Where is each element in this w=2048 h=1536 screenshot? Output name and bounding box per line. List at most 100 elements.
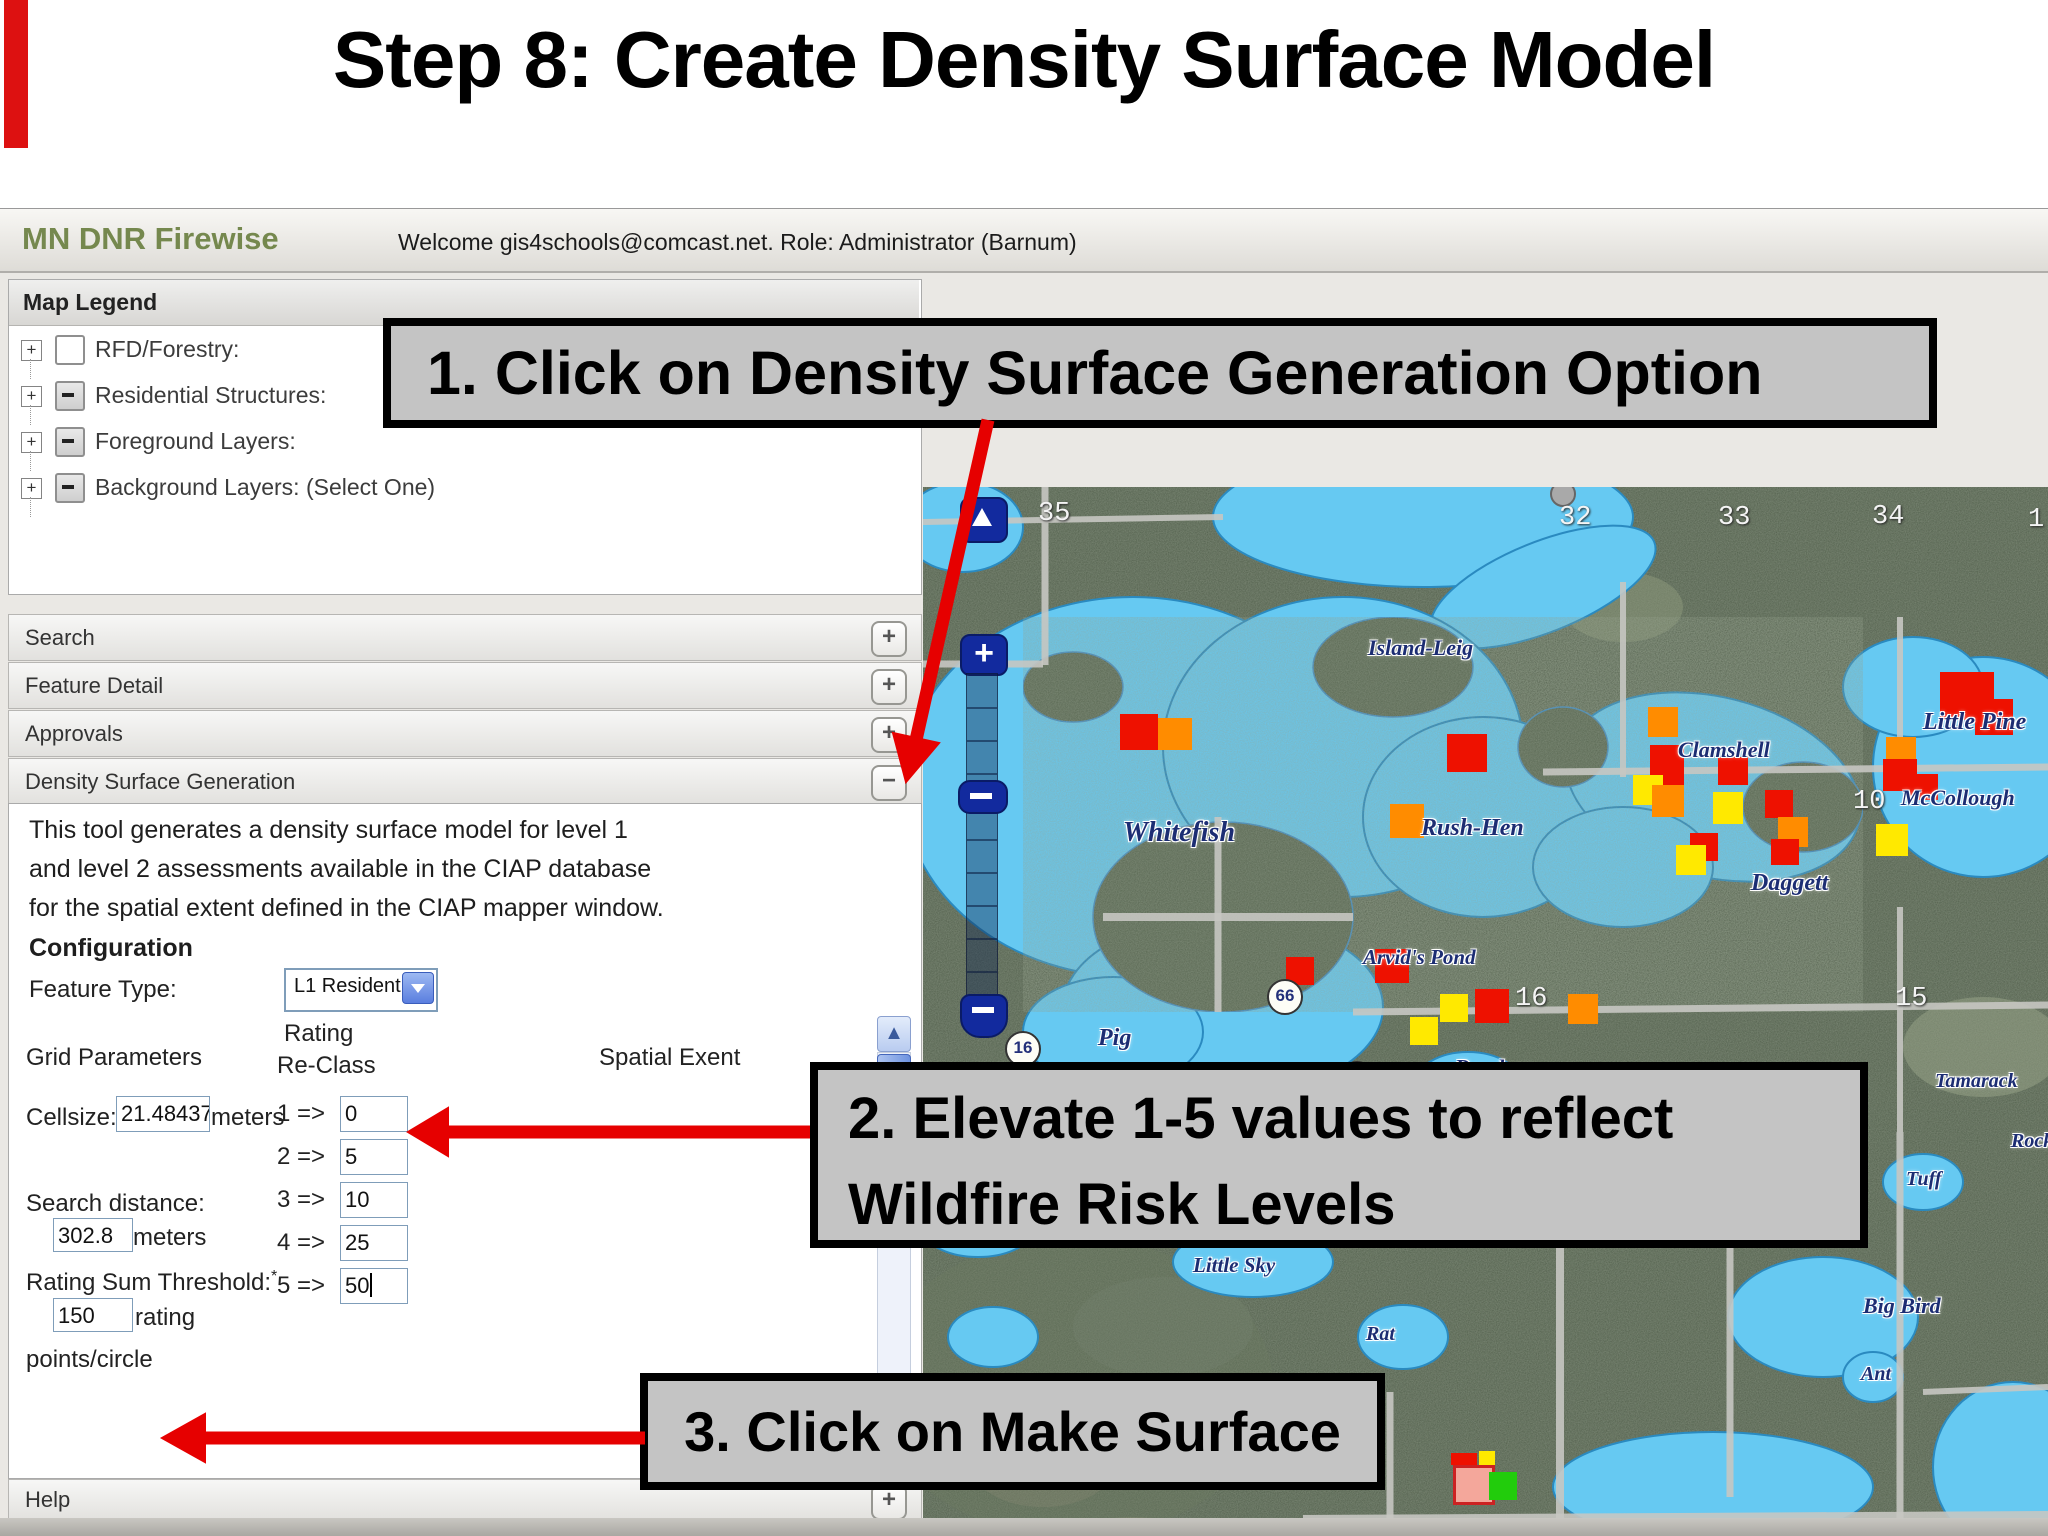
dsg-description-line3: for the spatial extent defined in the CI… — [29, 894, 664, 922]
reclass-row: 2 => 5 — [277, 1139, 437, 1175]
reclass-input[interactable]: 50 — [340, 1268, 408, 1304]
reclass-key: 1 => — [277, 1100, 326, 1127]
rating-header-line2: Re-Class — [277, 1052, 376, 1079]
tree-connector — [30, 497, 31, 517]
lake-name-label: Arvid's Pond — [1363, 945, 1476, 969]
cellsize-label: Cellsize: — [26, 1104, 117, 1131]
accordion-density-surface-generation[interactable]: Density Surface Generation − — [8, 758, 922, 805]
spatial-extent-heading: Spatial Exent — [599, 1044, 741, 1071]
feature-type-select[interactable]: L1 Resident — [284, 968, 438, 1012]
app-header: MN DNR Firewise Welcome gis4schools@comc… — [0, 209, 2048, 273]
dsg-description-line2: and level 2 assessments available in the… — [29, 855, 652, 883]
accordion-approvals-label: Approvals — [25, 720, 123, 746]
accordion-dsg-label: Density Surface Generation — [25, 768, 296, 794]
welcome-text: Welcome gis4schools@comcast.net. Role: A… — [398, 229, 1077, 255]
highway-badge: 66 — [1267, 979, 1303, 1015]
reclass-key: 5 => — [277, 1272, 326, 1299]
search-distance-input[interactable]: 302.8 — [53, 1218, 133, 1252]
layer-checkbox[interactable] — [55, 335, 85, 365]
accordion-help-label: Help — [25, 1487, 71, 1512]
reclass-row: 4 => 25 — [277, 1225, 437, 1261]
section-number-label: 10 — [1853, 787, 1886, 817]
accordion-feature-detail[interactable]: Feature Detail + — [8, 662, 922, 709]
lake-name-label: Big Bird — [1863, 1293, 1941, 1318]
callout-step3: 3. Click on Make Surface — [640, 1373, 1385, 1490]
reclass-row: 3 => 10 — [277, 1182, 437, 1218]
accordion-feature-detail-label: Feature Detail — [25, 672, 164, 698]
tree-expand-icon[interactable]: + — [21, 386, 42, 407]
reclass-row: 1 => 0 — [277, 1096, 437, 1132]
layer-label: Background Layers: (Select One) — [95, 474, 436, 500]
lake-name-label: Whitefish — [1123, 817, 1236, 848]
section-number-label: 33 — [1718, 503, 1751, 533]
pan-up-button[interactable] — [960, 497, 1008, 543]
reclass-input[interactable]: 25 — [340, 1225, 408, 1261]
window-footer — [0, 1518, 2048, 1536]
callout-step2: 2. Elevate 1-5 values to reflect Wildfir… — [810, 1062, 1868, 1248]
search-distance-label: Search distance: — [26, 1190, 205, 1217]
layer-checkbox[interactable] — [55, 427, 85, 457]
reclass-rows: 1 => 0 2 => 5 3 => 10 4 => 25 5 => 50 — [277, 1096, 437, 1311]
zoom-slider-handle[interactable] — [958, 780, 1008, 814]
lake-name-label: Daggett — [1751, 870, 1829, 896]
section-number-label: 34 — [1872, 502, 1905, 532]
section-number-label: 35 — [1038, 499, 1071, 529]
lake-name-label: Rat — [1366, 1323, 1395, 1345]
lake-name-label: Little Pine — [1923, 709, 2027, 735]
reclass-key: 3 => — [277, 1186, 326, 1213]
lake-name-label: Rush-Hen — [1421, 815, 1524, 841]
lake-name-label: Ant — [1861, 1363, 1892, 1385]
section-number-label: 1 — [2028, 505, 2045, 535]
section-number-label: 32 — [1559, 503, 1592, 533]
reclass-input[interactable]: 0 — [340, 1096, 408, 1132]
expand-icon[interactable]: + — [871, 621, 907, 657]
expand-icon[interactable]: + — [871, 717, 907, 753]
dsg-description-line1: This tool generates a density surface mo… — [29, 816, 628, 844]
reclass-row: 5 => 50 — [277, 1268, 437, 1304]
chevron-down-icon[interactable] — [402, 972, 434, 1004]
zoom-in-button[interactable]: + — [960, 634, 1008, 676]
search-distance-unit: meters — [133, 1224, 207, 1251]
lake-name-label: Little Sky — [1193, 1253, 1276, 1277]
lake-name-label: Clamshell — [1678, 737, 1770, 762]
section-number-label: 16 — [1515, 984, 1548, 1014]
expand-icon[interactable]: + — [871, 669, 907, 705]
scroll-up-icon[interactable]: ▲ — [877, 1016, 911, 1052]
reclass-input[interactable]: 10 — [340, 1182, 408, 1218]
reclass-key: 2 => — [277, 1143, 326, 1170]
threshold-unit2: points/circle — [26, 1346, 153, 1373]
cellsize-unit: meters — [211, 1104, 285, 1131]
zoom-out-button[interactable] — [960, 994, 1008, 1038]
layer-checkbox[interactable] — [55, 381, 85, 411]
app-logo-text: MN DNR Firewise — [22, 221, 279, 256]
lake-name-label: Tuff — [1906, 1168, 1942, 1190]
layer-tree-item[interactable]: + Background Layers: (Select One) — [9, 468, 909, 517]
callout-step2-line1: 2. Elevate 1-5 values to reflect — [848, 1086, 1674, 1151]
tree-expand-icon[interactable]: + — [21, 478, 42, 499]
cellsize-input[interactable]: 21.484375 — [116, 1096, 210, 1132]
lake-name-label: Pig — [1098, 1025, 1132, 1051]
accordion-search[interactable]: Search + — [8, 614, 922, 661]
tree-expand-icon[interactable]: + — [21, 340, 42, 361]
threshold-input[interactable]: 150 — [53, 1298, 133, 1332]
configuration-heading: Configuration — [29, 934, 193, 962]
zoom-slider-track[interactable] — [966, 673, 998, 1001]
layer-tree-item[interactable]: + Foreground Layers: — [9, 422, 909, 471]
tree-expand-icon[interactable]: + — [21, 432, 42, 453]
page-title: Step 8: Create Density Surface Model — [332, 15, 1716, 104]
rating-header-line1: Rating — [284, 1020, 354, 1047]
section-number-label: 15 — [1895, 984, 1928, 1014]
layer-label: Foreground Layers: — [95, 428, 296, 454]
collapse-icon[interactable]: − — [871, 765, 907, 801]
lake-name-label: Rock — [2011, 1130, 2048, 1152]
accordion-approvals[interactable]: Approvals + — [8, 710, 922, 757]
lake-name-label: Tamarack — [1935, 1070, 2018, 1092]
grid-parameters-heading: Grid Parameters — [26, 1044, 203, 1071]
reclass-input[interactable]: 5 — [340, 1139, 408, 1175]
callout-step2-line2: Wildfire Risk Levels — [848, 1172, 1396, 1237]
layer-checkbox[interactable] — [55, 473, 85, 503]
accordion-search-label: Search — [25, 624, 95, 650]
callout-step1: 1. Click on Density Surface Generation O… — [383, 318, 1937, 428]
layer-label: Residential Structures: — [95, 382, 327, 408]
map-legend-title: Map Legend — [23, 289, 158, 315]
